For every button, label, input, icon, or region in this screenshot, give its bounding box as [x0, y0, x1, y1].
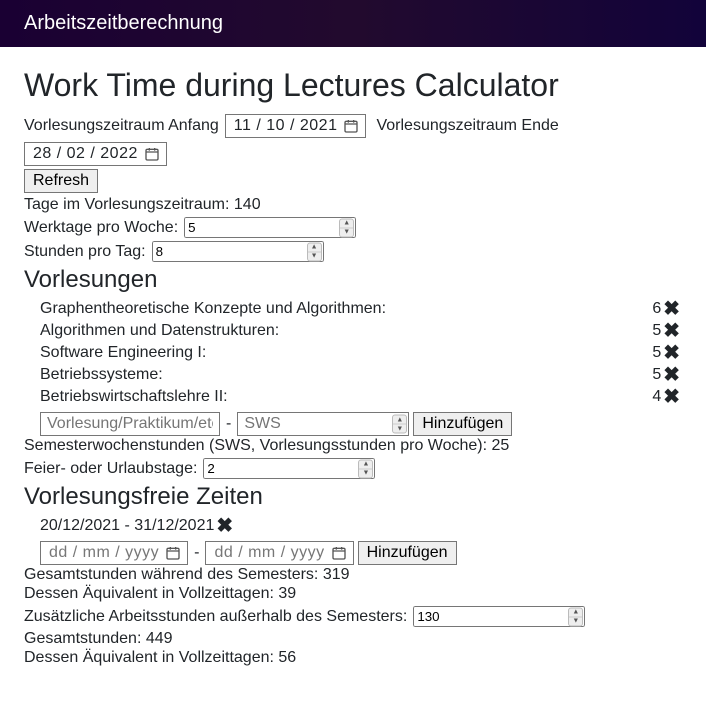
semester-hours: Gesamtstunden während des Semesters: 319 [24, 566, 682, 584]
lecture-name: Betriebswirtschaftslehre II: [40, 388, 228, 406]
free-from-placeholder: dd / mm / yyyy [49, 544, 159, 562]
total-days-eq: Dessen Äquivalent in Vollzeittagen: 56 [24, 649, 682, 667]
period-start-input[interactable]: 11 / 10 / 2021 [225, 114, 367, 138]
free-periods-list: 20/12/2021 - 31/12/2021✖ [24, 515, 682, 537]
remove-icon[interactable]: ✖ [661, 299, 682, 319]
holidays-label: Feier- oder Urlaubstage: [24, 460, 197, 478]
days-in-period-value: 140 [234, 196, 261, 213]
dash-separator: - [194, 544, 199, 562]
workdays-label: Werktage pro Woche: [24, 219, 178, 237]
semester-days-eq-label: Dessen Äquivalent in Vollzeittagen: [24, 585, 274, 602]
workdays-input[interactable] [184, 217, 356, 238]
free-from-input[interactable]: dd / mm / yyyy [40, 541, 188, 565]
lecture-sws: 5 [652, 366, 661, 384]
total-hours-label: Gesamtstunden: [24, 630, 141, 647]
extra-hours-label: Zusätzliche Arbeitsstunden außerhalb des… [24, 608, 407, 626]
total-hours: Gesamtstunden: 449 [24, 630, 682, 648]
total-days-eq-label: Dessen Äquivalent in Vollzeittagen: [24, 649, 274, 666]
remove-icon[interactable]: ✖ [214, 516, 235, 536]
lecture-row: Betriebswirtschaftslehre II: 4✖ [40, 386, 682, 408]
spinner-icon[interactable]: ▲▼ [568, 607, 583, 626]
free-heading: Vorlesungsfreie Zeiten [24, 483, 682, 511]
period-end-value: 28 / 02 / 2022 [33, 145, 138, 163]
total-hours-value: 449 [146, 630, 173, 647]
sws-total-label: Semesterwochenstunden (SWS, Vorlesungsst… [24, 437, 487, 454]
calendar-icon [165, 545, 181, 561]
hours-per-day-label: Stunden pro Tag: [24, 243, 146, 261]
remove-icon[interactable]: ✖ [661, 343, 682, 363]
lecture-sws-input[interactable] [237, 412, 409, 436]
period-start-label: Vorlesungszeitraum Anfang [24, 117, 219, 135]
lecture-sws: 5 [652, 322, 661, 340]
semester-hours-label: Gesamtstunden während des Semesters: [24, 566, 318, 583]
spinner-icon[interactable]: ▲▼ [392, 415, 407, 434]
lecture-name: Graphentheoretische Konzepte und Algorit… [40, 300, 386, 318]
semester-hours-value: 319 [323, 566, 350, 583]
spinner-icon[interactable]: ▲▼ [307, 242, 322, 261]
lectures-heading: Vorlesungen [24, 266, 682, 294]
period-end-input[interactable]: 28 / 02 / 2022 [24, 142, 167, 166]
add-lecture-button[interactable]: Hinzufügen [413, 412, 512, 436]
navbar: Arbeitszeitberechnung [0, 0, 706, 47]
spinner-icon[interactable]: ▲▼ [358, 459, 373, 478]
semester-days-eq-value: 39 [278, 585, 296, 602]
days-in-period: Tage im Vorlesungszeitraum: 140 [24, 196, 682, 214]
spinner-icon[interactable]: ▲▼ [339, 218, 354, 237]
holidays-input[interactable] [203, 458, 375, 479]
extra-hours-input[interactable] [413, 606, 585, 627]
lecture-sws: 4 [652, 388, 661, 406]
calendar-icon [343, 118, 359, 134]
lecture-name: Betriebssysteme: [40, 366, 163, 384]
calendar-icon [144, 146, 160, 162]
lecture-row: Software Engineering I: 5✖ [40, 342, 682, 364]
days-in-period-label: Tage im Vorlesungszeitraum: [24, 196, 229, 213]
lecture-sws: 6 [652, 300, 661, 318]
add-free-button[interactable]: Hinzufügen [358, 541, 457, 565]
total-days-eq-value: 56 [278, 649, 296, 666]
remove-icon[interactable]: ✖ [661, 321, 682, 341]
lecture-name-input[interactable] [40, 412, 220, 436]
refresh-button[interactable]: Refresh [24, 169, 98, 193]
semester-days-eq: Dessen Äquivalent in Vollzeittagen: 39 [24, 585, 682, 603]
free-period-range: 20/12/2021 - 31/12/2021 [40, 517, 214, 535]
period-start-value: 11 / 10 / 2021 [234, 117, 338, 135]
dash-separator: - [226, 415, 231, 433]
brand[interactable]: Arbeitszeitberechnung [24, 12, 223, 34]
period-end-label: Vorlesungszeitraum Ende [376, 117, 558, 135]
page-title: Work Time during Lectures Calculator [24, 67, 682, 104]
sws-total-value: 25 [492, 437, 510, 454]
free-period-row: 20/12/2021 - 31/12/2021✖ [40, 515, 682, 537]
free-to-placeholder: dd / mm / yyyy [214, 544, 324, 562]
lecture-sws: 5 [652, 344, 661, 362]
lectures-list: Graphentheoretische Konzepte und Algorit… [24, 298, 682, 408]
period-row: Vorlesungszeitraum Anfang 11 / 10 / 2021… [24, 114, 682, 166]
lecture-row: Graphentheoretische Konzepte und Algorit… [40, 298, 682, 320]
remove-icon[interactable]: ✖ [661, 387, 682, 407]
calendar-icon [331, 545, 347, 561]
sws-total: Semesterwochenstunden (SWS, Vorlesungsst… [24, 437, 682, 455]
remove-icon[interactable]: ✖ [661, 365, 682, 385]
lecture-name: Algorithmen und Datenstrukturen: [40, 322, 279, 340]
hours-per-day-input[interactable] [152, 241, 324, 262]
lecture-row: Betriebssysteme: 5✖ [40, 364, 682, 386]
main-content: Work Time during Lectures Calculator Vor… [0, 47, 706, 688]
lecture-name: Software Engineering I: [40, 344, 206, 362]
lecture-row: Algorithmen und Datenstrukturen: 5✖ [40, 320, 682, 342]
free-to-input[interactable]: dd / mm / yyyy [205, 541, 353, 565]
